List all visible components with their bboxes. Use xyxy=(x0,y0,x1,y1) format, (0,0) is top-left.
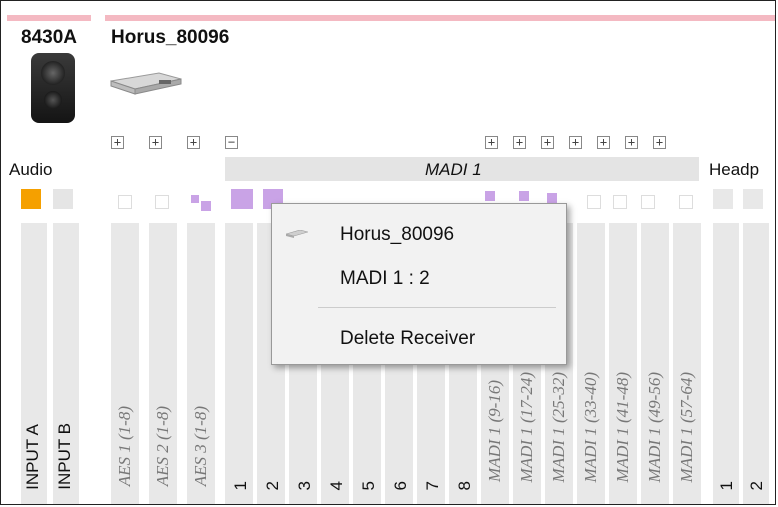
headphones-header-label: Headp xyxy=(709,160,760,179)
collapse-madi-button[interactable]: − xyxy=(225,136,238,149)
route-cell-madi-1[interactable] xyxy=(231,189,253,209)
routing-panel: 8430A Horus_80096 + + + − + + + + + + + … xyxy=(0,0,776,505)
menu-item-channel[interactable]: MADI 1 : 2 xyxy=(340,268,430,290)
device-name-horus: Horus_80096 xyxy=(111,27,230,48)
column-label-aes1: AES 1 (1-8) xyxy=(115,405,134,486)
column-label-8: 8 xyxy=(455,480,474,490)
expand-aes3-button[interactable]: + xyxy=(187,136,200,149)
column-label-2: 2 xyxy=(263,480,282,490)
group-bar-8430a xyxy=(7,15,91,21)
column-label-5: 5 xyxy=(359,480,378,490)
madi-header-label: MADI 1 xyxy=(425,160,482,179)
expand-aes1-button[interactable]: + xyxy=(111,136,124,149)
route-cell[interactable] xyxy=(519,191,529,201)
context-menu: Horus_80096 MADI 1 : 2 Delete Receiver xyxy=(271,203,567,365)
expand-madi-41-48-button[interactable]: + xyxy=(597,136,610,149)
column-label-madi-41-48: MADI 1 (41-48) xyxy=(613,371,632,482)
column-label-aes3: AES 3 (1-8) xyxy=(191,405,210,486)
route-cell-input-a[interactable] xyxy=(21,189,41,209)
column-label-madi-25-32: MADI 1 (25-32) xyxy=(549,371,568,482)
column-label-aes2: AES 2 (1-8) xyxy=(153,405,172,486)
column-label-input-b: INPUT B xyxy=(55,423,74,490)
route-cell[interactable] xyxy=(201,201,211,211)
horus-device-icon xyxy=(286,230,308,238)
expand-madi-33-40-button[interactable]: + xyxy=(569,136,582,149)
channel-column[interactable] xyxy=(713,223,739,504)
column-label-madi-9-16: MADI 1 (9-16) xyxy=(485,380,504,482)
expand-madi-9-16-button[interactable]: + xyxy=(485,136,498,149)
column-label-input-a: INPUT A xyxy=(23,424,42,490)
route-cell[interactable] xyxy=(118,195,132,209)
route-cell[interactable] xyxy=(679,195,693,209)
route-cell[interactable] xyxy=(613,195,627,209)
speaker-icon[interactable] xyxy=(31,53,75,123)
horus-device-icon[interactable] xyxy=(109,71,183,95)
device-name-8430a: 8430A xyxy=(21,27,77,48)
channel-column[interactable] xyxy=(225,223,253,504)
column-label-hp-2: 2 xyxy=(747,480,766,490)
menu-item-delete-receiver[interactable]: Delete Receiver xyxy=(340,328,475,350)
menu-item-device[interactable]: Horus_80096 xyxy=(340,224,454,246)
route-cell-input-b[interactable] xyxy=(53,189,73,209)
expand-aes2-button[interactable]: + xyxy=(149,136,162,149)
column-label-hp-1: 1 xyxy=(717,480,736,490)
route-cell[interactable] xyxy=(191,195,199,203)
route-cell[interactable] xyxy=(547,193,557,203)
column-label-madi-17-24: MADI 1 (17-24) xyxy=(517,371,536,482)
expand-madi-25-32-button[interactable]: + xyxy=(541,136,554,149)
route-cell[interactable] xyxy=(485,191,495,201)
column-label-1: 1 xyxy=(231,480,250,490)
column-label-7: 7 xyxy=(423,480,442,490)
column-label-madi-57-64: MADI 1 (57-64) xyxy=(677,371,696,482)
expand-madi-49-56-button[interactable]: + xyxy=(625,136,638,149)
channel-column[interactable] xyxy=(743,223,769,504)
audio-header-label: Audio xyxy=(9,160,53,179)
route-cell[interactable] xyxy=(587,195,601,209)
route-cell[interactable] xyxy=(743,189,763,209)
route-cell[interactable] xyxy=(641,195,655,209)
column-label-6: 6 xyxy=(391,480,410,490)
column-label-madi-33-40: MADI 1 (33-40) xyxy=(581,371,600,482)
menu-separator xyxy=(318,307,556,308)
column-label-4: 4 xyxy=(327,480,346,490)
route-cell[interactable] xyxy=(713,189,733,209)
group-bar-horus xyxy=(105,15,775,21)
column-label-madi-49-56: MADI 1 (49-56) xyxy=(645,371,664,482)
column-label-3: 3 xyxy=(295,480,314,490)
expand-madi-17-24-button[interactable]: + xyxy=(513,136,526,149)
route-cell[interactable] xyxy=(155,195,169,209)
expand-madi-57-64-button[interactable]: + xyxy=(653,136,666,149)
